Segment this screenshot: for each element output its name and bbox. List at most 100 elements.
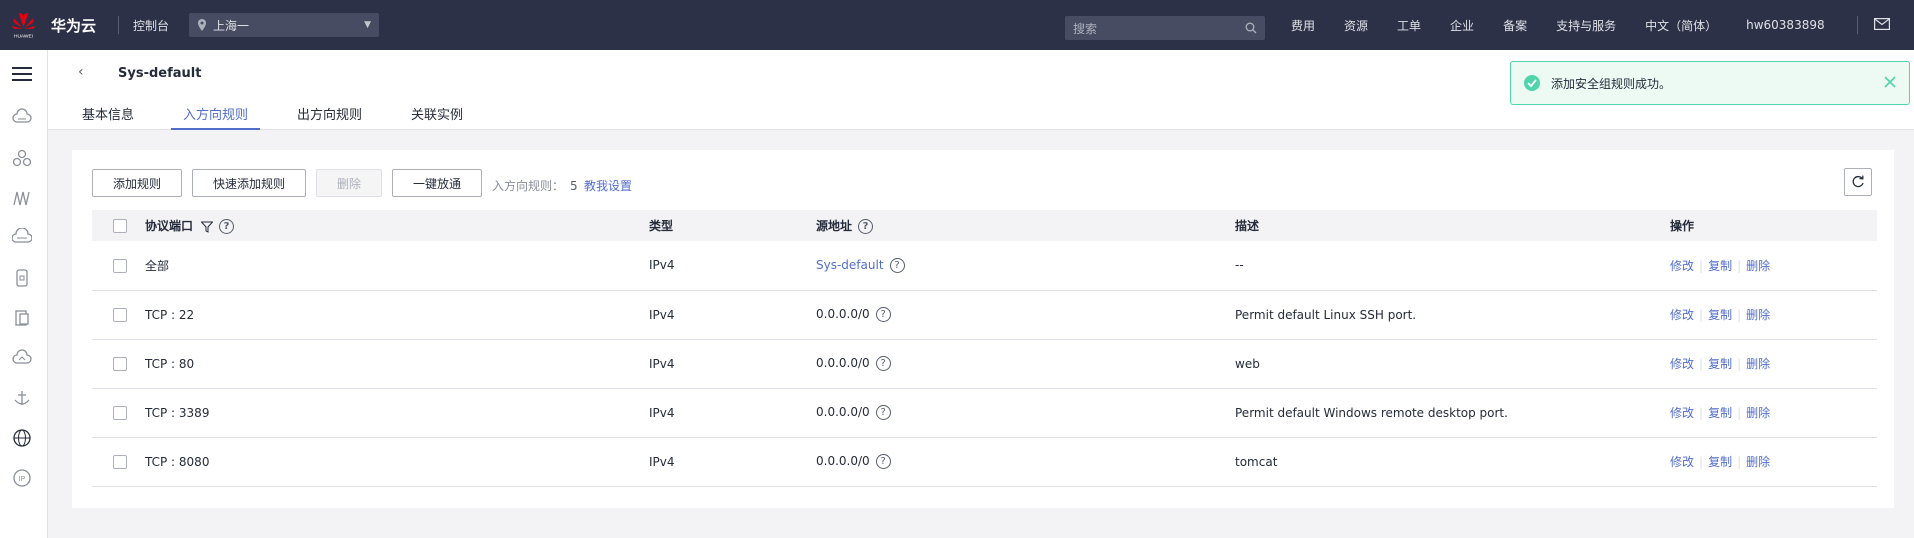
copy-link[interactable]: 复制 [1708,308,1732,322]
modify-link[interactable]: 修改 [1670,406,1694,420]
cloud-server-icon[interactable] [12,108,32,128]
copy-link[interactable]: 复制 [1708,357,1732,371]
refresh-button[interactable] [1844,168,1872,196]
header-divider [118,16,119,34]
tab-associated-instances[interactable]: 关联实例 [409,104,465,130]
tab-basic-info[interactable]: 基本信息 [80,104,136,130]
nav-support[interactable]: 支持与服务 [1556,17,1616,34]
ip-icon[interactable]: IP [12,468,32,488]
top-bar: HUAWEI 华为云 控制台 上海一 ▼ 搜索 费用 资源 工单 企业 备案 支… [0,0,1914,50]
delete-link[interactable]: 删除 [1746,455,1770,469]
cell-src: 0.0.0.0/0 [816,356,870,370]
copy-link[interactable]: 复制 [1708,406,1732,420]
ops-separator: | [1737,308,1742,322]
help-icon[interactable]: ? [875,307,891,322]
cell-type: IPv4 [649,405,675,420]
phone-icon[interactable] [12,268,32,288]
cluster-icon[interactable] [12,148,32,168]
mail-icon[interactable] [1874,18,1890,30]
modify-link[interactable]: 修改 [1670,259,1694,273]
quick-add-rule-button[interactable]: 快速添加规则 [192,169,306,197]
region-label: 上海一 [213,18,250,33]
copy-link[interactable]: 复制 [1708,455,1732,469]
filter-icon[interactable] [201,221,214,233]
help-icon[interactable]: ? [889,257,905,273]
modify-link[interactable]: 修改 [1670,308,1694,322]
allow-all-button[interactable]: 一键放通 [392,169,482,197]
close-icon[interactable] [1883,75,1897,89]
delete-link[interactable]: 删除 [1746,357,1770,371]
network-icon[interactable] [12,188,32,208]
cell-type: IPv4 [649,356,675,371]
table-row: TCP : 80 IPv4 0.0.0.0/0? web 修改 | 复制 | 删除 [92,339,1877,388]
ops-separator: | [1699,455,1704,469]
back-icon[interactable]: ‹ [78,64,84,80]
nav-fees[interactable]: 费用 [1291,17,1315,34]
hamburger-menu-icon[interactable] [12,66,32,82]
logo[interactable]: HUAWEI 华为云 [0,9,96,41]
add-rule-button[interactable]: 添加规则 [92,169,182,197]
header-src: 源地址 [816,219,853,233]
nav-resources[interactable]: 资源 [1344,17,1368,34]
document-icon[interactable] [12,308,32,328]
brand-name: 华为云 [50,16,96,35]
search-icon[interactable] [1245,22,1257,34]
search-input[interactable]: 搜索 [1065,16,1265,40]
svg-text:IP: IP [19,476,26,483]
row-checkbox[interactable] [113,405,127,420]
database-icon[interactable] [12,228,32,248]
nav-language[interactable]: 中文（简体） [1645,17,1717,34]
nav-enterprise[interactable]: 企业 [1450,17,1474,34]
tab-outbound-rules[interactable]: 出方向规则 [295,104,364,130]
help-icon[interactable]: ? [875,356,891,371]
cloud-icon[interactable] [12,348,32,368]
ops-separator: | [1699,406,1704,420]
select-all-checkbox[interactable] [113,218,127,233]
teach-me-link[interactable]: 教我设置 [584,177,632,194]
modify-link[interactable]: 修改 [1670,357,1694,371]
header-type: 类型 [649,219,674,233]
tab-inbound-rules[interactable]: 入方向规则 [171,104,261,130]
cell-src[interactable]: Sys-default [816,258,884,272]
nav-tickets[interactable]: 工单 [1397,17,1421,34]
search-placeholder: 搜索 [1073,21,1098,36]
table-row: TCP : 22 IPv4 0.0.0.0/0? Permit default … [92,290,1877,339]
cell-src: 0.0.0.0/0 [816,454,870,468]
cell-ops: 修改 | 复制 | 删除 [1670,339,1877,388]
copy-link[interactable]: 复制 [1708,259,1732,273]
row-checkbox[interactable] [113,258,127,273]
rule-count: 入方向规则： 5 [492,177,578,194]
delete-link[interactable]: 删除 [1746,308,1770,322]
region-select[interactable]: 上海一 ▼ [189,13,380,37]
cell-proto: TCP : 80 [145,356,195,371]
header-desc: 描述 [1235,219,1260,233]
delete-link[interactable]: 删除 [1746,259,1770,273]
rules-card: 添加规则 快速添加规则 删除 一键放通 入方向规则： 5 教我设置 协议端口? 类… [72,150,1894,508]
delete-button[interactable]: 删除 [316,169,382,197]
left-rail: IP [0,50,48,538]
console-link[interactable]: 控制台 [133,17,169,34]
help-icon[interactable]: ? [875,454,891,469]
help-icon[interactable]: ? [875,405,891,420]
row-checkbox[interactable] [113,356,127,371]
refresh-icon [1852,175,1864,188]
cell-proto: 全部 [145,258,170,273]
nav-filing[interactable]: 备案 [1503,17,1527,34]
anchor-icon[interactable] [12,388,32,408]
cell-ops: 修改 | 复制 | 删除 [1670,241,1877,290]
help-icon[interactable]: ? [858,219,874,234]
cell-proto: TCP : 22 [145,307,195,322]
ops-separator: | [1699,357,1704,371]
help-icon[interactable]: ? [219,219,235,234]
cell-src: 0.0.0.0/0 [816,405,870,419]
cell-type: IPv4 [649,258,675,273]
location-pin-icon [198,19,207,31]
cell-proto: TCP : 8080 [145,454,210,469]
row-checkbox[interactable] [113,454,127,469]
globe-icon[interactable] [12,428,32,448]
nav-account[interactable]: hw60383898 [1746,18,1825,32]
delete-link[interactable]: 删除 [1746,406,1770,420]
ops-separator: | [1737,455,1742,469]
row-checkbox[interactable] [113,307,127,322]
modify-link[interactable]: 修改 [1670,455,1694,469]
